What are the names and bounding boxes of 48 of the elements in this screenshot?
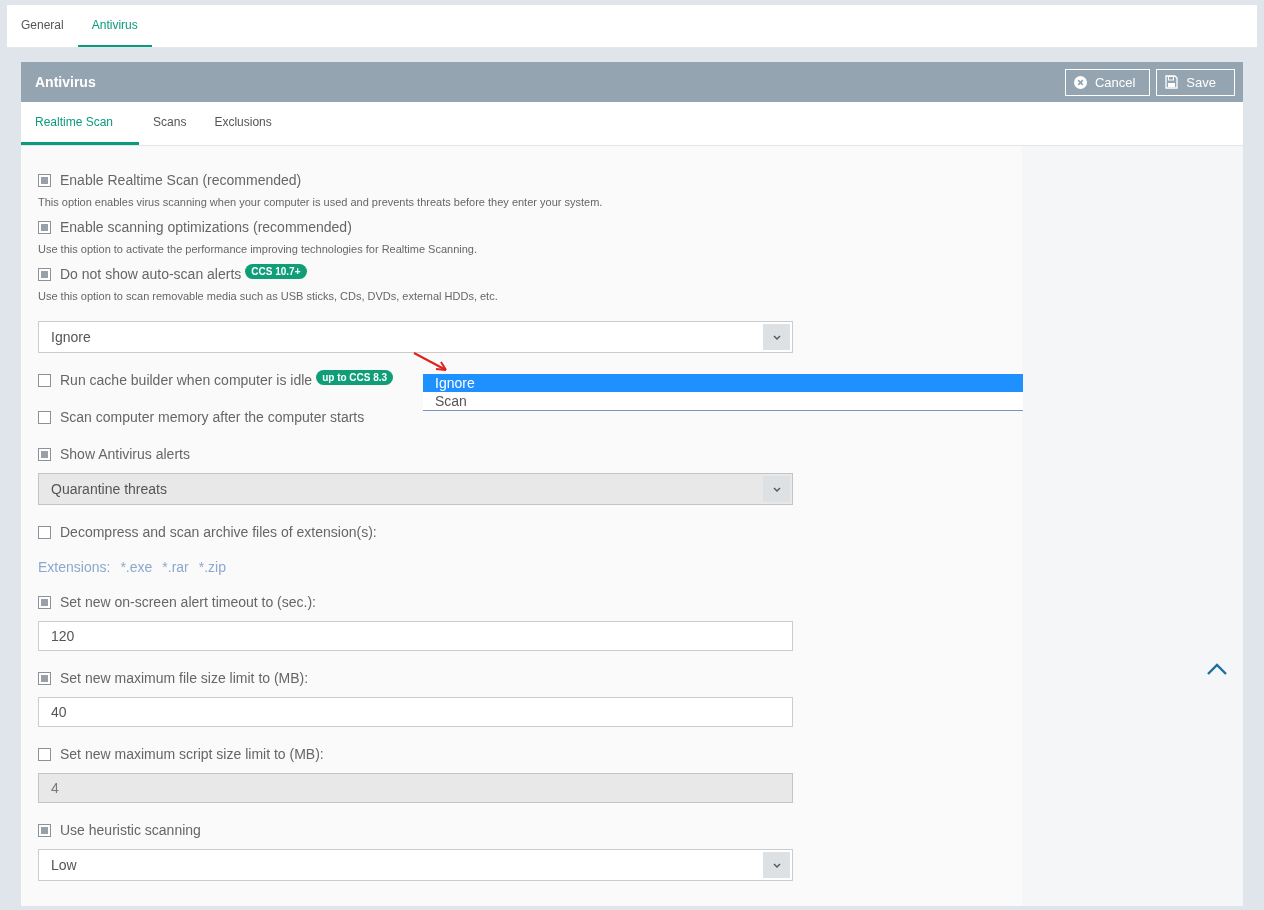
checkbox[interactable] xyxy=(38,595,51,609)
checkbox[interactable] xyxy=(38,373,51,387)
chevron-down-icon xyxy=(771,861,782,869)
checkbox[interactable] xyxy=(38,823,51,837)
checkbox-label: Do not show auto-scan alerts xyxy=(60,266,242,282)
checkbox-label: Enable scanning optimizations (recommended) xyxy=(60,219,352,235)
extensions-label: Extensions: xyxy=(38,559,111,575)
dropdown-field[interactable]: Ignore xyxy=(38,321,793,353)
tab[interactable]: General xyxy=(7,5,78,47)
version-badge: CCS 10.7+ xyxy=(245,263,307,279)
close-icon xyxy=(1073,75,1087,89)
option-description: Use this option to activate the performance improving technologies for Realtime Scanning. xyxy=(38,242,478,257)
checkbox[interactable] xyxy=(38,173,51,187)
arrow-annotation-icon xyxy=(413,351,449,373)
option-description: This option enables virus scanning when your computer is used and prevents threats before they enter your system. xyxy=(38,195,604,210)
dropdown-field[interactable]: Low xyxy=(38,849,793,881)
extension-text: *.rar xyxy=(162,559,189,575)
panel-title: Antivirus xyxy=(35,74,96,90)
checkbox-label: Set new maximum file size limit to (MB): xyxy=(60,670,309,686)
checkbox-label: Decompress and scan archive files of extension(s): xyxy=(60,524,377,540)
checkbox-label: Scan computer memory after the computer starts xyxy=(60,409,365,425)
checkbox-label: Use heuristic scanning xyxy=(60,822,201,838)
input-field[interactable]: 120 xyxy=(38,621,793,651)
checkbox[interactable] xyxy=(38,747,51,761)
checkbox[interactable] xyxy=(38,220,51,234)
version-badge: up to CCS 8.3 xyxy=(316,369,394,385)
save-icon xyxy=(1165,75,1179,89)
checkbox[interactable] xyxy=(38,410,51,424)
checkbox-label: Show Antivirus alerts xyxy=(60,446,190,462)
option-description: Use this option to scan removable media such as USB sticks, CDs, DVDs, external HDDs, etc. xyxy=(38,289,499,304)
chevron-up-icon[interactable] xyxy=(1206,663,1228,676)
tab[interactable]: Exclusions xyxy=(200,102,286,145)
extension-text: *.exe xyxy=(120,559,153,575)
checkbox[interactable] xyxy=(38,447,51,461)
input-field[interactable]: 40 xyxy=(38,697,793,727)
tab[interactable]: Antivirus xyxy=(77,5,152,47)
checkbox[interactable] xyxy=(38,525,51,539)
checkbox[interactable] xyxy=(38,671,51,685)
checkbox-label: Enable Realtime Scan (recommended) xyxy=(60,172,302,188)
checkbox-label: Set new on-screen alert timeout to (sec.): xyxy=(60,594,316,610)
checkbox-label: Set new maximum script size limit to (MB): xyxy=(60,746,324,762)
checkbox[interactable] xyxy=(38,267,51,281)
chevron-down-icon xyxy=(771,485,782,493)
checkbox-label: Run cache builder when computer is idle xyxy=(60,372,313,388)
dropdown-option[interactable]: Scan xyxy=(423,392,1023,410)
chevron-down-icon xyxy=(771,333,782,341)
tab[interactable]: Scans xyxy=(139,102,201,145)
extension-text: *.zip xyxy=(198,559,226,575)
